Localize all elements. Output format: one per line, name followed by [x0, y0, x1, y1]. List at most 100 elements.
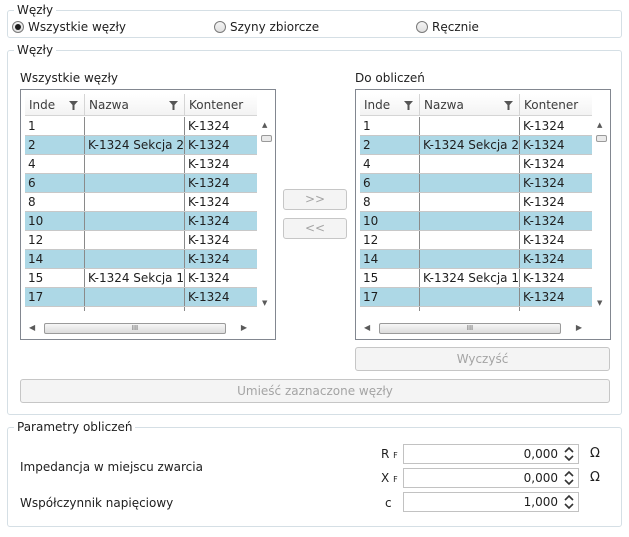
c-value: 1,000 — [523, 495, 558, 509]
voltage-factor-input[interactable]: 1,000 — [403, 492, 579, 512]
radio-all-nodes-dot[interactable] — [12, 21, 24, 33]
column-header-name[interactable]: Nazwa — [420, 94, 520, 116]
table-row[interactable]: 15 K-1324 Sekcja 1 K-1324 — [25, 269, 257, 288]
column-header-index[interactable]: Inde — [360, 94, 420, 116]
table-row[interactable]: 4 K-1324 — [360, 155, 592, 174]
table-row[interactable]: 17 K-1324 — [360, 288, 592, 307]
spinner-icon[interactable] — [564, 446, 574, 462]
radio-busbars-dot[interactable] — [214, 21, 226, 33]
cell-index: 15 — [360, 269, 420, 287]
scroll-thumb[interactable] — [596, 135, 607, 142]
radio-manual[interactable]: Ręcznie — [416, 20, 479, 34]
cell-name — [85, 288, 185, 306]
cell-container: K-1324 — [523, 271, 565, 285]
radio-manual-dot[interactable] — [416, 21, 428, 33]
scroll-thumb[interactable]: III — [379, 323, 561, 334]
column-header-name[interactable]: Nazwa — [85, 94, 185, 116]
vertical-scrollbar[interactable]: ▲ ▼ — [593, 117, 609, 311]
cell-index: 12 — [25, 231, 85, 249]
column-header-container-label: Kontener — [189, 98, 244, 112]
all-nodes-grid[interactable]: Inde Nazwa Kontener 1 K-1324 2 K-1324 Sekcj… — [20, 89, 276, 340]
cell-name — [85, 117, 185, 135]
for-calculation-grid[interactable]: Inde Nazwa Kontener 1 K-1324 2 K-1324 Sekcj… — [355, 89, 611, 340]
for-calculation-caption: Do obliczeń — [355, 71, 425, 85]
column-header-container-label: Kontener — [524, 98, 579, 112]
cell-container: K-1324 — [523, 157, 565, 171]
table-row[interactable]: 4 K-1324 — [25, 155, 257, 174]
table-row[interactable]: 6 K-1324 — [360, 174, 592, 193]
spinner-icon[interactable] — [564, 494, 574, 510]
cell-container: K-1324 — [188, 195, 230, 209]
grid-header: Inde Nazwa Kontener — [25, 94, 257, 116]
table-row[interactable]: 2 K-1324 Sekcja 2 K-1324 — [360, 136, 592, 155]
vertical-scrollbar[interactable]: ▲ ▼ — [258, 117, 274, 311]
filter-icon[interactable] — [404, 101, 413, 110]
table-row[interactable]: 10 K-1324 — [25, 212, 257, 231]
table-row[interactable]: 19T5_GNMVSG — [25, 307, 257, 311]
column-header-index-label: Inde — [29, 98, 56, 112]
table-row[interactable]: 14 K-1324 — [360, 250, 592, 269]
scroll-up-icon[interactable]: ▲ — [597, 121, 602, 129]
scroll-thumb[interactable]: III — [44, 323, 226, 334]
cell-container: K-1324 — [523, 119, 565, 133]
radio-all-nodes[interactable]: Wszystkie węzły — [12, 20, 126, 34]
table-row[interactable]: 19T5_GNMVSG — [360, 307, 592, 311]
filter-icon[interactable] — [504, 101, 513, 110]
rf-input[interactable]: 0,000 — [403, 444, 579, 464]
column-header-index[interactable]: Inde — [25, 94, 85, 116]
cell-container: K-1324 — [523, 195, 565, 209]
cell-container: K-1324 — [523, 233, 565, 247]
clear-button[interactable]: Wyczyść — [355, 347, 610, 371]
table-row[interactable]: 6 K-1324 — [25, 174, 257, 193]
cell-name — [85, 155, 185, 173]
place-selected-nodes-button[interactable]: Umieść zaznaczone węzły — [20, 379, 610, 403]
cell-name — [420, 117, 520, 135]
scroll-thumb[interactable] — [261, 135, 272, 142]
cell-index: 14 — [25, 250, 85, 268]
filter-icon[interactable] — [169, 101, 178, 110]
filter-icon[interactable] — [69, 101, 78, 110]
cell-name — [85, 193, 185, 211]
remove-nodes-button[interactable]: << — [283, 218, 347, 239]
scroll-right-icon[interactable]: ▶ — [576, 323, 582, 332]
scroll-down-icon[interactable]: ▼ — [262, 299, 267, 307]
impedance-label: Impedancja w miejscu zwarcia — [20, 460, 203, 474]
cell-index: 1 — [360, 117, 420, 135]
column-header-container[interactable]: Kontener — [185, 94, 255, 116]
add-nodes-button[interactable]: >> — [283, 189, 347, 210]
table-row[interactable]: 8 K-1324 — [360, 193, 592, 212]
rf-unit: Ω — [590, 446, 600, 461]
all-nodes-rows: 1 K-1324 2 K-1324 Sekcja 2 K-1324 4 K-1324 6 K-1… — [25, 117, 257, 311]
scroll-right-icon[interactable]: ▶ — [241, 323, 247, 332]
cell-container: MVSG — [520, 307, 590, 311]
table-row[interactable]: 15 K-1324 Sekcja 1 K-1324 — [360, 269, 592, 288]
radio-busbars[interactable]: Szyny zbiorcze — [214, 20, 319, 34]
table-row[interactable]: 12 K-1324 — [25, 231, 257, 250]
column-header-name-label: Nazwa — [424, 98, 464, 112]
scroll-left-icon[interactable]: ◀ — [364, 323, 370, 332]
scroll-left-icon[interactable]: ◀ — [29, 323, 35, 332]
table-row[interactable]: 2 K-1324 Sekcja 2 K-1324 — [25, 136, 257, 155]
xf-value: 0,000 — [523, 471, 558, 485]
cell-name: T5_GN — [85, 307, 185, 311]
cell-index: 17 — [360, 288, 420, 306]
table-row[interactable]: 8 K-1324 — [25, 193, 257, 212]
cell-name — [420, 193, 520, 211]
scroll-up-icon[interactable]: ▲ — [262, 121, 267, 129]
column-header-container[interactable]: Kontener — [520, 94, 590, 116]
table-row[interactable]: 14 K-1324 — [25, 250, 257, 269]
cell-name — [85, 174, 185, 192]
spinner-icon[interactable] — [564, 470, 574, 486]
table-row[interactable]: 10 K-1324 — [360, 212, 592, 231]
horizontal-scrollbar[interactable]: ◀ III ▶ — [25, 320, 257, 336]
xf-symbol: X F — [381, 471, 398, 487]
horizontal-scrollbar[interactable]: ◀ III ▶ — [360, 320, 592, 336]
table-row[interactable]: 1 K-1324 — [25, 117, 257, 136]
xf-input[interactable]: 0,000 — [403, 468, 579, 488]
nodes-mode-group: Węzły Wszystkie węzły Szyny zbiorcze Ręc… — [7, 2, 622, 38]
all-nodes-caption: Wszystkie węzły — [20, 71, 118, 85]
table-row[interactable]: 12 K-1324 — [360, 231, 592, 250]
scroll-down-icon[interactable]: ▼ — [597, 299, 602, 307]
table-row[interactable]: 17 K-1324 — [25, 288, 257, 307]
table-row[interactable]: 1 K-1324 — [360, 117, 592, 136]
